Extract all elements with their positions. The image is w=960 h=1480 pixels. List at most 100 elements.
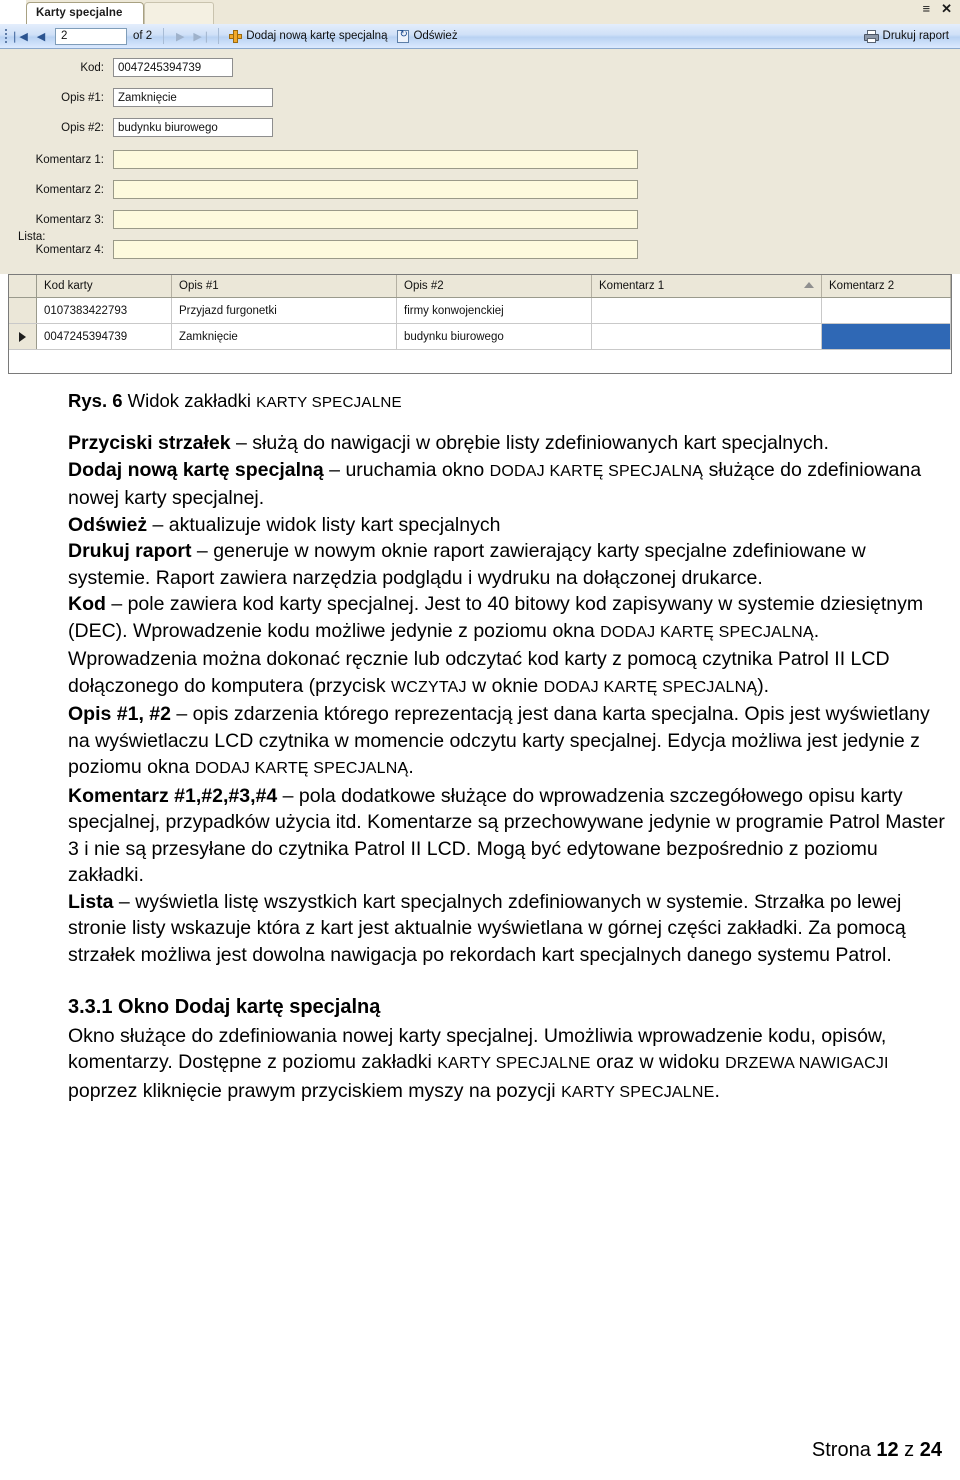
add-special-card-button[interactable]: Dodaj nową kartę specjalną	[224, 26, 392, 46]
field-input[interactable]: budynku biurowego	[113, 118, 273, 137]
form-row: Opis #1: Zamknięcie	[8, 87, 273, 108]
form-row: Komentarz 2:	[8, 179, 638, 200]
previous-record-button[interactable]: ◀	[30, 26, 52, 46]
row-selector-handle[interactable]	[9, 298, 37, 323]
table-row[interactable]: 0107383422793 Przyjazd furgonetki firmy ko…	[9, 298, 951, 324]
close-icon[interactable]: ✕	[941, 2, 952, 15]
field-label: Komentarz 2:	[35, 183, 104, 196]
term-lista: Lista	[68, 890, 114, 913]
record-navigation-toolbar: ❘◀ ◀ 2 of 2 ▶ ▶❘ Dodaj nową kartę specja…	[0, 24, 960, 49]
toolbar-separator	[163, 28, 165, 44]
table-cell[interactable]	[592, 324, 822, 349]
footer-mid: z	[898, 1439, 920, 1461]
toolbar-right-group: Drukuj raport	[859, 26, 960, 46]
row-selector-handle[interactable]	[9, 324, 37, 349]
refresh-button[interactable]: Odśwież	[392, 26, 462, 46]
field-label: Opis #1:	[61, 91, 104, 104]
tab-strip-filler	[144, 2, 214, 24]
field-label: Opis #2:	[61, 121, 104, 134]
footer-pre: Strona	[811, 1439, 877, 1461]
field-label: Kod:	[80, 61, 104, 74]
record-number-input[interactable]: 2	[55, 27, 127, 45]
footer-total-pages: 24	[919, 1439, 942, 1461]
desc-opis-2: .	[408, 756, 414, 778]
form-row: Kod: 0047245394739	[8, 57, 233, 78]
table-cell[interactable]: 0107383422793	[37, 298, 172, 323]
table-cell[interactable]: budynku biurowego	[397, 324, 592, 349]
smallcaps-opis-window: Dodaj kartę specjalną	[194, 760, 409, 777]
table-cell[interactable]	[592, 298, 822, 323]
table-cell[interactable]: Przyjazd furgonetki	[172, 298, 397, 323]
smallcaps-karty-specjalne-1: Karty specjalne	[437, 1055, 591, 1072]
form-row: Opis #2: budynku biurowego	[8, 117, 273, 138]
first-record-button[interactable]: ❘◀	[8, 26, 30, 46]
paragraph-section-331-body: Okno służące do zdefiniowania nowej kart…	[0, 1023, 960, 1107]
term-print-report: Drukuj raport	[68, 540, 192, 562]
sort-ascending-icon	[804, 282, 814, 288]
table-cell[interactable]: Zamknięcie	[172, 324, 397, 349]
field-input[interactable]	[113, 210, 638, 229]
grid-column-header-label: Komentarz 1	[599, 280, 665, 292]
field-label: Komentarz 1:	[35, 153, 104, 166]
paragraph-arrow-buttons: Przyciski strzałek – służą do nawigacji …	[0, 416, 960, 457]
last-record-button[interactable]: ▶❘	[191, 26, 213, 46]
grid-column-header-label: Opis #1	[179, 280, 219, 292]
print-report-button[interactable]: Drukuj raport	[859, 26, 954, 46]
application-screenshot-figure: Karty specjalne ≡ ✕ ❘◀ ◀ 2 of 2 ▶ ▶❘ Dod…	[0, 0, 960, 380]
paragraph-kod: Kod – pole zawiera kod karty specjalnej.…	[0, 591, 960, 701]
desc-kod-4: ).	[757, 674, 770, 697]
section-heading-331: 3.3.1 Okno Dodaj kartę specjalną	[68, 996, 381, 1018]
document-text: Rys. 6 Widok zakładki Karty specjalne Pr…	[0, 380, 960, 1106]
caption-figure-number: Rys. 6	[68, 390, 123, 411]
table-cell[interactable]: firmy konwojenckiej	[397, 298, 592, 323]
table-cell[interactable]	[822, 324, 951, 349]
field-input[interactable]: 0047245394739	[113, 58, 233, 77]
field-label: Komentarz 4:	[35, 243, 104, 256]
form-row: Komentarz 1:	[8, 149, 638, 170]
minimize-icon[interactable]: ≡	[923, 2, 931, 15]
toolbar-grip-handle[interactable]	[0, 24, 8, 48]
field-input[interactable]	[113, 180, 638, 199]
field-input[interactable]	[113, 150, 638, 169]
smallcaps-karty-specjalne-2: Karty specjalne	[561, 1083, 715, 1101]
field-label: Komentarz 3:	[35, 213, 104, 226]
term-kod: Kod	[68, 593, 106, 615]
field-input[interactable]: Zamknięcie	[113, 88, 273, 107]
tab-strip-left-edge	[0, 0, 26, 24]
desc-lista: – wyświetla listę wszystkich kart specja…	[68, 890, 906, 966]
table-cell[interactable]: 0047245394739	[37, 324, 172, 349]
special-cards-grid[interactable]: Kod karty Opis #1 Opis #2 Komentarz 1 Koment…	[8, 274, 952, 374]
table-row[interactable]: 0047245394739 Zamknięcie budynku biurowego	[9, 324, 951, 350]
form-row: Komentarz 3:	[8, 209, 638, 230]
smallcaps-add-card-window: Dodaj kartę specjalną	[489, 462, 704, 480]
paragraph-komentarz: Komentarz #1,#2,#3,#4 – pola dodatkowe s…	[0, 783, 960, 889]
grid-column-header-label: Opis #2	[404, 280, 444, 292]
paragraph-lista: Lista – wyświetla listę wszystkich kart …	[0, 889, 960, 969]
current-row-arrow-icon	[19, 331, 26, 342]
paragraph-print-report: Drukuj raport – generuje w nowym oknie r…	[0, 538, 960, 591]
field-input[interactable]	[113, 240, 638, 259]
window-controls: ≡ ✕	[923, 2, 953, 15]
table-cell[interactable]	[822, 298, 951, 323]
figure-caption: Rys. 6 Widok zakładki Karty specjalne	[0, 380, 960, 416]
print-report-label: Drukuj raport	[882, 30, 949, 42]
paragraph-opis: Opis #1, #2 – opis zdarzenia którego rep…	[0, 701, 960, 783]
desc-331-4: .	[714, 1079, 720, 1102]
page-footer: Strona 12 z 24	[0, 1439, 960, 1462]
grid-column-header[interactable]: Komentarz 2	[822, 275, 951, 297]
grid-column-header[interactable]: Opis #1	[172, 275, 397, 297]
term-refresh: Odśwież	[68, 513, 148, 536]
smallcaps-wczytaj: Wczytaj	[391, 678, 467, 696]
desc-refresh: – aktualizuje widok listy kart specjalny…	[147, 513, 501, 536]
next-record-button[interactable]: ▶	[169, 26, 191, 46]
smallcaps-kod-window-1: Dodaj kartę specjalną	[600, 623, 814, 641]
tab-label: Karty specjalne	[36, 6, 123, 19]
grid-column-header[interactable]: Kod karty	[37, 275, 172, 297]
smallcaps-drzewa-nawigacji: Drzewa nawigacji	[725, 1055, 889, 1072]
grid-column-header[interactable]: Komentarz 1	[592, 275, 822, 297]
grid-corner-handle	[9, 275, 37, 297]
tab-karty-specjalne[interactable]: Karty specjalne	[26, 2, 144, 24]
printer-icon	[863, 29, 879, 43]
list-label: Lista:	[18, 231, 46, 243]
grid-column-header[interactable]: Opis #2	[397, 275, 592, 297]
